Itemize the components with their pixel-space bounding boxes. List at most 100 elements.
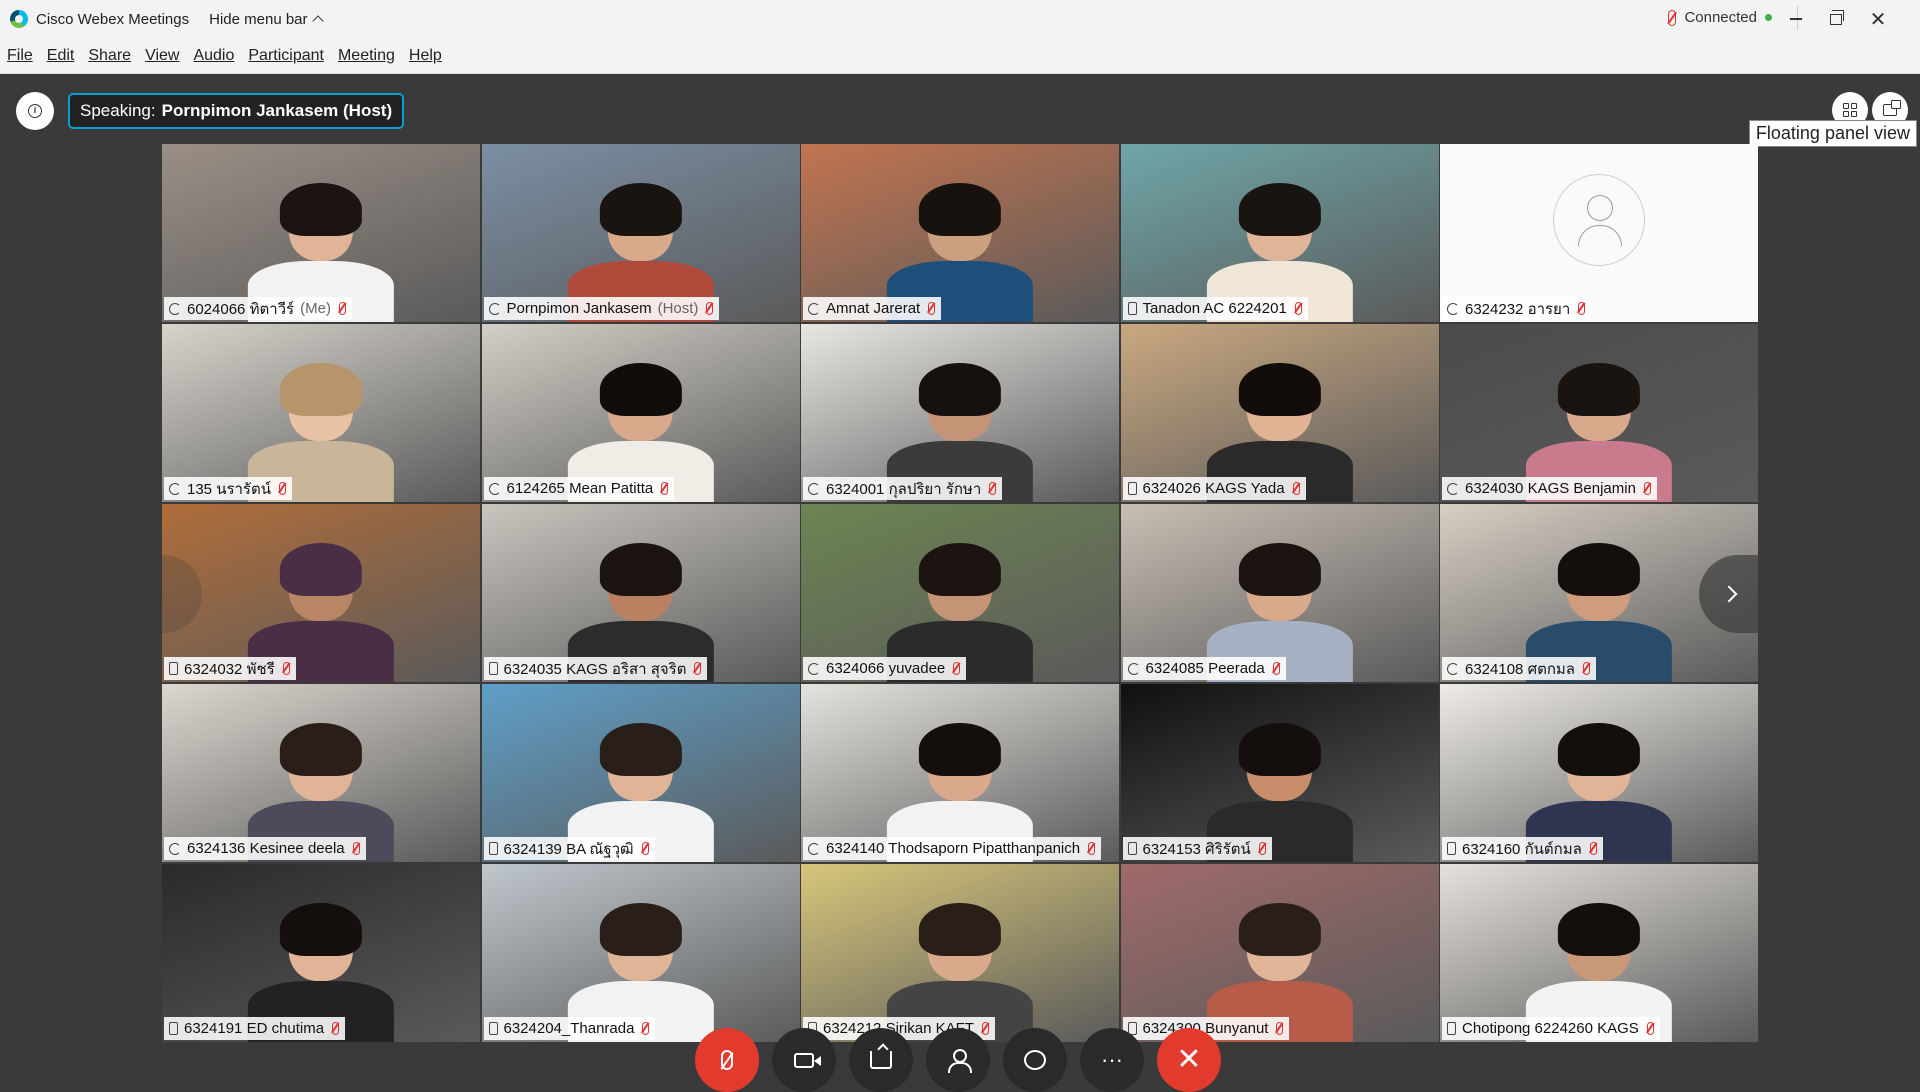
video-tile[interactable]: Pornpimon Jankasem (Host)	[481, 144, 800, 322]
menu-share[interactable]: Share	[88, 47, 131, 65]
chat-button[interactable]	[1003, 1028, 1067, 1092]
video-tile[interactable]: 6324204_Thanrada	[481, 864, 800, 1042]
participant-name: 6324066 yuvadee	[826, 660, 946, 677]
video-tile[interactable]: 6324001 กุลปริยา รักษา	[801, 324, 1119, 502]
video-tile[interactable]: 6324232 อารยา	[1440, 144, 1758, 322]
participant-name-label: 6324001 กุลปริยา รักษา	[803, 477, 1003, 500]
participant-name-label: 6324066 yuvadee	[803, 657, 967, 680]
muted-mic-icon	[282, 662, 290, 675]
sync-icon	[488, 302, 501, 315]
participants-button[interactable]	[926, 1028, 990, 1092]
video-tile[interactable]: 6324139 BA ณัฐวุฒิ	[481, 684, 800, 862]
participant-name-label: 6024066 ทิตาวีร์ (Me)	[164, 297, 352, 320]
participant-name-label: 135 นรารัตน์	[164, 477, 292, 500]
video-tile[interactable]: 6324300 Bunyanut	[1120, 864, 1439, 1042]
participant-name: 6324030 KAGS Benjamin	[1465, 480, 1636, 497]
muted-mic-icon	[278, 482, 286, 495]
video-tile[interactable]: 135 นรารัตน์	[162, 324, 480, 502]
participant-name-label: 6324139 BA ณัฐวุฒิ	[483, 837, 655, 860]
more-button[interactable]: ···	[1080, 1028, 1144, 1092]
video-tile[interactable]: 6324160 กันต์กมล	[1440, 684, 1758, 862]
menu-view[interactable]: View	[145, 47, 179, 65]
restore-button[interactable]	[1816, 0, 1856, 38]
muted-mic-icon	[642, 1022, 650, 1035]
video-tile[interactable]: Amnat Jarerat	[801, 144, 1119, 322]
video-tile[interactable]: 6024066 ทิตาวีร์ (Me)	[162, 144, 480, 322]
phone-icon	[1127, 302, 1137, 315]
video-tile[interactable]: Chotipong 6224260 KAGS	[1440, 864, 1758, 1042]
participant-name: 6324136 Kesinee deela	[187, 840, 345, 857]
participant-name-label: Pornpimon Jankasem (Host)	[483, 297, 720, 320]
muted-mic-icon	[1668, 9, 1677, 26]
muted-mic-icon	[989, 482, 997, 495]
sync-icon	[1447, 482, 1459, 495]
connected-dot-icon	[1765, 14, 1772, 21]
webex-logo-icon	[10, 10, 28, 28]
phone-icon	[1447, 842, 1456, 855]
video-tile[interactable]: 6324140 Thodsaporn Pipatthanpanich	[801, 684, 1119, 862]
video-button[interactable]	[772, 1028, 836, 1092]
participant-name: Tanadon AC 6224201	[1142, 300, 1287, 317]
muted-mic-icon	[661, 482, 669, 495]
share-button[interactable]	[849, 1028, 913, 1092]
phone-icon	[488, 1022, 498, 1035]
participant-role-tag: (Host)	[657, 300, 699, 317]
close-window-button[interactable]: ✕	[1858, 0, 1898, 38]
video-tile[interactable]: 6324030 KAGS Benjamin	[1440, 324, 1758, 502]
sync-icon	[1447, 302, 1459, 315]
default-avatar-icon	[1553, 174, 1645, 266]
menu-meeting[interactable]: Meeting	[338, 47, 395, 65]
phone-icon	[1127, 842, 1137, 855]
video-tile[interactable]: 6324136 Kesinee deela	[162, 684, 480, 862]
participant-name-label: Chotipong 6224260 KAGS	[1442, 1017, 1660, 1040]
mute-button[interactable]	[695, 1028, 759, 1092]
menu-file[interactable]: File	[7, 47, 33, 65]
muted-mic-icon	[1583, 662, 1590, 675]
participant-name: 6324139 BA ณัฐวุฒิ	[503, 840, 634, 858]
video-tile[interactable]: Tanadon AC 6224201	[1120, 144, 1439, 322]
muted-mic-icon	[706, 302, 714, 315]
menu-help[interactable]: Help	[409, 47, 442, 65]
participant-name: 6324153 ศิริรัตน์	[1142, 840, 1251, 858]
menu-participant[interactable]: Participant	[248, 47, 324, 65]
muted-mic-icon	[1578, 302, 1586, 315]
video-tile[interactable]: 6324153 ศิริรัตน์	[1120, 684, 1439, 862]
video-tile[interactable]: 6324085 Peerada	[1120, 504, 1439, 682]
sync-icon	[808, 662, 820, 675]
participant-name: 6324191 ED chutima	[184, 1020, 325, 1037]
video-tile[interactable]: 6324035 KAGS อริสา สุจริต	[481, 504, 800, 682]
chevron-right-icon	[1720, 585, 1738, 603]
menu-audio[interactable]: Audio	[193, 47, 234, 65]
participant-name-label: Tanadon AC 6224201	[1122, 297, 1308, 320]
participant-name: 6324085 Peerada	[1145, 660, 1265, 677]
video-tile[interactable]: 6124265 Mean Patitta	[481, 324, 800, 502]
end-meeting-button[interactable]: ✕	[1157, 1028, 1221, 1092]
participant-name-label: 6324030 KAGS Benjamin	[1442, 477, 1657, 500]
minimize-button[interactable]	[1776, 0, 1816, 38]
meeting-info-button[interactable]: i	[16, 92, 54, 130]
menu-edit[interactable]: Edit	[47, 47, 75, 65]
tooltip: Floating panel view	[1748, 120, 1917, 147]
close-icon: ✕	[1176, 1043, 1202, 1076]
menu-edit-label: Edit	[46, 46, 75, 64]
connection-status: Connected	[1668, 9, 1772, 26]
video-tile[interactable]: 6324191 ED chutima	[162, 864, 480, 1042]
muted-mic-icon	[694, 662, 702, 675]
video-tile[interactable]: 6324032 พัชรี	[162, 504, 480, 682]
sync-icon	[169, 302, 181, 315]
participant-name: Chotipong 6224260 KAGS	[1462, 1020, 1639, 1037]
participant-name: 6324204_Thanrada	[503, 1020, 635, 1037]
participant-name-label: 6324035 KAGS อริสา สุจริต	[483, 657, 708, 680]
sync-icon	[488, 482, 501, 495]
video-tile[interactable]: 6324066 yuvadee	[801, 504, 1119, 682]
muted-mic-icon	[1272, 662, 1280, 675]
hide-menu-bar-button[interactable]: Hide menu bar	[209, 11, 324, 28]
chevron-up-icon	[311, 15, 324, 27]
video-tile[interactable]: 6324026 KAGS Yada	[1120, 324, 1439, 502]
app-title: Cisco Webex Meetings	[36, 10, 190, 28]
sync-icon	[808, 482, 820, 495]
speaking-prefix: Speaking:	[80, 101, 156, 120]
muted-mic-icon	[1294, 302, 1302, 315]
video-tile[interactable]: 6324212 Sirikan KAFT	[801, 864, 1119, 1042]
sync-icon	[808, 302, 820, 315]
